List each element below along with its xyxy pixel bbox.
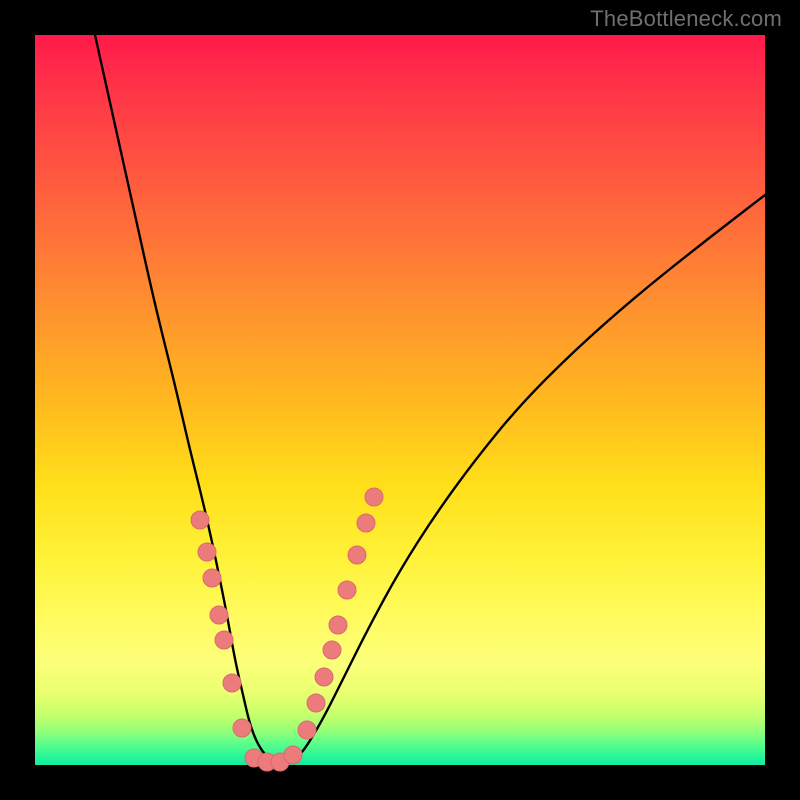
highlight-dot <box>307 694 325 712</box>
highlight-dot <box>210 606 228 624</box>
highlight-dot <box>348 546 366 564</box>
highlight-dot <box>284 746 302 764</box>
highlight-dot <box>298 721 316 739</box>
highlight-dot <box>315 668 333 686</box>
highlight-dot <box>365 488 383 506</box>
highlight-dot <box>198 543 216 561</box>
watermark-text: TheBottleneck.com <box>590 6 782 32</box>
curve-layer <box>35 35 765 765</box>
highlight-dot <box>338 581 356 599</box>
chart-frame: TheBottleneck.com <box>0 0 800 800</box>
highlight-dot <box>329 616 347 634</box>
highlight-dot <box>357 514 375 532</box>
highlight-dot <box>233 719 251 737</box>
highlight-dot <box>203 569 221 587</box>
highlight-dot <box>223 674 241 692</box>
highlight-dot <box>215 631 233 649</box>
highlight-dot <box>323 641 341 659</box>
highlight-dots-group <box>191 488 383 771</box>
highlight-dot <box>191 511 209 529</box>
bottleneck-curve <box>95 35 765 763</box>
